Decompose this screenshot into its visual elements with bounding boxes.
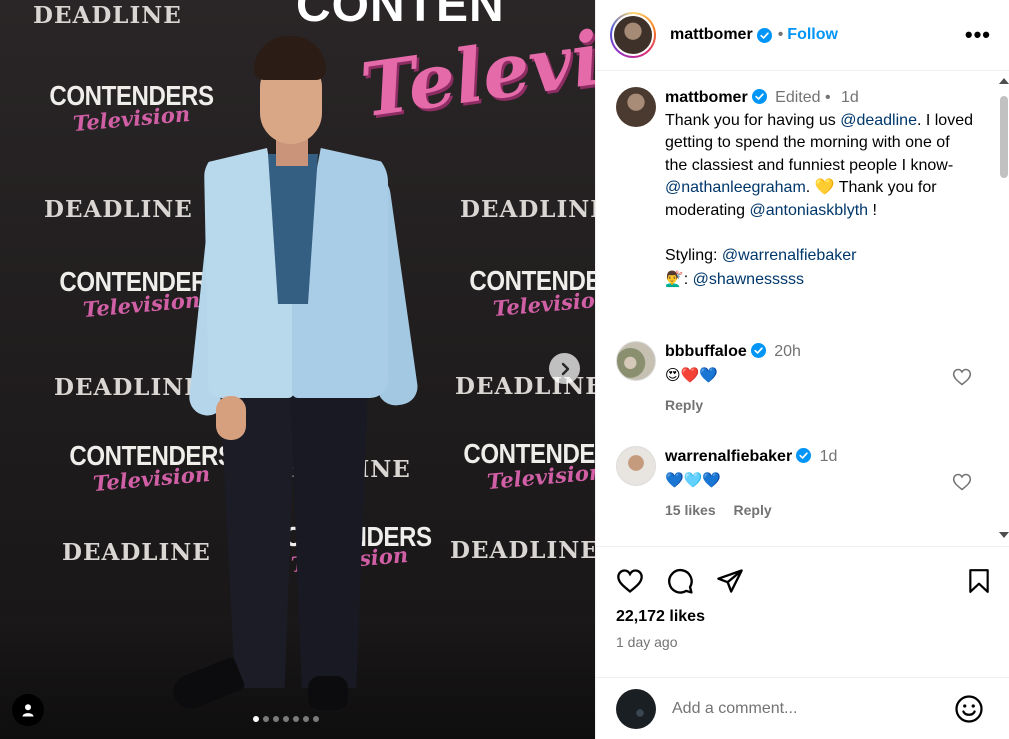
tagged-users-button[interactable] [12, 694, 44, 726]
backdrop-contenders: CONTENDERS Television [456, 265, 595, 321]
post-sidebar: mattbomer • Follow ••• mattbomer Edited … [595, 0, 1009, 739]
styling-label: Styling: [665, 247, 722, 265]
haircut-emoji: 💇‍♂️ [665, 269, 684, 288]
comment-likes[interactable]: 15 likes [665, 502, 716, 518]
comment-avatar[interactable] [616, 341, 656, 381]
caption-text: Thank you for having us @deadline. I lov… [665, 110, 975, 292]
carousel-dot [303, 716, 309, 722]
caption-text-part: Thank you for having us [665, 111, 841, 129]
share-send-icon[interactable] [716, 567, 744, 595]
caption-text-part: ! [868, 201, 877, 219]
person-photo [168, 36, 420, 716]
post-header: mattbomer • Follow ••• [596, 0, 1009, 71]
backdrop-deadline: DEADLINE [460, 196, 595, 223]
carousel-dot [253, 716, 259, 722]
scroll-up-arrow-icon[interactable] [999, 78, 1009, 84]
backdrop-deadline: DEADLINE [33, 2, 182, 29]
caption-body: mattbomer Edited • 1d Thank you for havi… [665, 87, 975, 291]
comment-username[interactable]: bbbuffaloe [665, 343, 747, 360]
carousel-dot [283, 716, 289, 722]
post-date[interactable]: 1 day ago [616, 634, 678, 650]
carousel-dot [293, 716, 299, 722]
user-icon [22, 704, 34, 717]
person-right-shoe [308, 676, 348, 710]
emoji-picker-icon[interactable] [954, 694, 984, 724]
more-options-icon[interactable]: ••• [965, 22, 991, 48]
verified-badge-icon [750, 343, 766, 358]
scrollbar-thumb[interactable] [1000, 96, 1008, 178]
follow-button[interactable]: Follow [787, 26, 838, 44]
person-hair [254, 36, 326, 80]
mention-link[interactable]: @warrenalfiebaker [722, 247, 857, 264]
post-media[interactable]: CONTEN Television DEADLINE CONTENDERS Te… [0, 0, 595, 739]
caption-separator: • [824, 89, 831, 106]
save-bookmark-icon[interactable] [966, 567, 992, 595]
comment-username[interactable]: warrenalfiebaker [665, 448, 792, 465]
person-hand [216, 396, 246, 440]
like-heart-icon[interactable] [615, 567, 645, 595]
like-comment-heart-icon[interactable] [952, 472, 972, 492]
carousel-dot [263, 716, 269, 722]
next-slide-button[interactable] [549, 353, 580, 384]
reply-button[interactable]: Reply [734, 502, 772, 518]
author-avatar[interactable] [610, 12, 656, 58]
mention-link[interactable]: @deadline [840, 112, 917, 129]
edited-label: Edited [775, 89, 821, 106]
like-comment-heart-icon[interactable] [952, 367, 972, 387]
caption-time[interactable]: 1d [841, 89, 859, 106]
caption-username[interactable]: mattbomer [665, 89, 748, 106]
comment-item: bbbuffaloe 20h 😍❤️💙 Reply [616, 341, 976, 421]
comment-time[interactable]: 1d [820, 448, 838, 465]
header-separator: • [777, 26, 784, 43]
mention-link[interactable]: @shawnesssss [693, 271, 804, 288]
mention-link[interactable]: @antoniaskblyth [750, 202, 869, 219]
backdrop-top-word: CONTEN [296, 0, 505, 32]
comment-body: warrenalfiebaker 1d 💙🩵💙 15 likes Reply [665, 446, 975, 526]
person-right-leg [290, 388, 368, 688]
comment-text: 💙🩵💙 [665, 470, 722, 489]
person-left-shoe [168, 656, 246, 714]
backdrop-contenders: CONTENDERS Television [450, 438, 595, 494]
reply-button[interactable]: Reply [665, 397, 703, 413]
carousel-indicator [253, 716, 319, 722]
chevron-right-icon [561, 362, 569, 375]
post-actions: 22,172 likes 1 day ago [596, 546, 1009, 677]
caption-text-part: : [683, 270, 693, 288]
verified-badge-icon [756, 27, 772, 43]
caption-avatar[interactable] [616, 87, 656, 127]
verified-badge-icon [796, 448, 812, 463]
comments-list[interactable]: mattbomer Edited • 1d Thank you for havi… [596, 72, 996, 546]
comment-item: warrenalfiebaker 1d 💙🩵💙 15 likes Reply [616, 446, 976, 526]
comment-avatar[interactable] [616, 446, 656, 486]
comment-body: bbbuffaloe 20h 😍❤️💙 Reply [665, 341, 975, 421]
author-username[interactable]: mattbomer [670, 26, 753, 44]
caption: mattbomer Edited • 1d Thank you for havi… [616, 87, 976, 291]
verified-badge-icon [751, 89, 767, 104]
likes-count[interactable]: 22,172 likes [616, 608, 705, 626]
comment-text: 😍❤️💙 [665, 365, 718, 384]
comment-bubble-icon[interactable] [666, 567, 694, 595]
backdrop-deadline: DEADLINE [450, 537, 595, 564]
mention-link[interactable]: @nathanleegraham [665, 179, 806, 196]
current-user-avatar [616, 688, 656, 729]
carousel-dot [273, 716, 279, 722]
add-comment-bar [596, 677, 1009, 739]
scroll-down-arrow-icon[interactable] [999, 532, 1009, 538]
comments-scrollbar[interactable] [997, 72, 1009, 546]
comment-time[interactable]: 20h [774, 343, 801, 360]
carousel-dot [313, 716, 319, 722]
add-comment-input[interactable] [672, 699, 942, 718]
